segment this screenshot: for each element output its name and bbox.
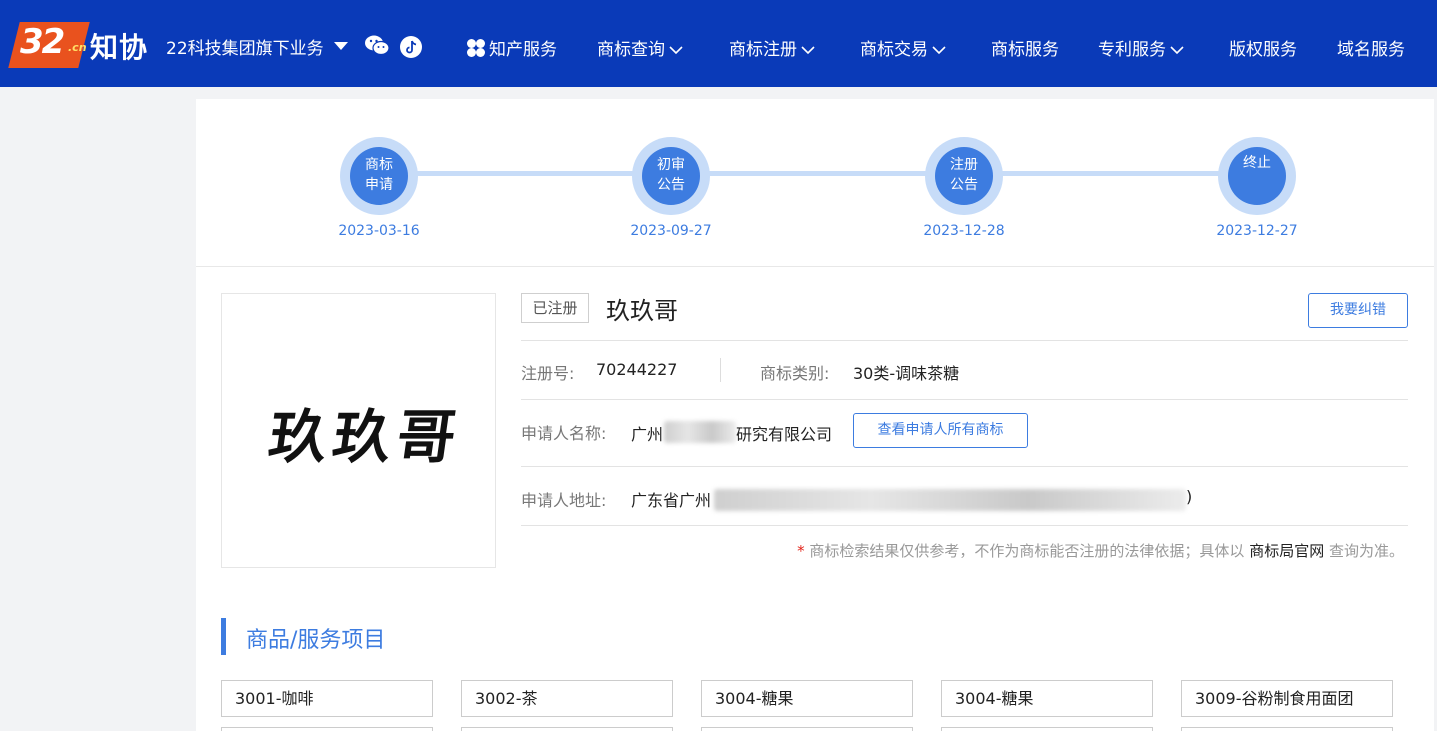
timeline-date: 2023-12-28 — [923, 223, 1005, 239]
divider — [521, 340, 1408, 341]
address-suffix: ) — [1186, 487, 1193, 506]
timeline-date: 2023-03-16 — [338, 223, 420, 239]
nav-copyright-services[interactable]: 版权服务 — [1229, 35, 1297, 60]
address-prefix: 广东省广州 — [631, 491, 712, 510]
logo-text: 知协 — [90, 31, 149, 64]
goods-item-partial — [461, 727, 673, 731]
group-business-menu[interactable]: 22科技集团旗下业务 — [166, 34, 324, 59]
view-applicant-trademarks-button[interactable]: 查看申请人所有商标 — [853, 413, 1028, 448]
chevron-down-icon — [932, 46, 946, 55]
goods-item: 3009-谷粉制食用面团 — [1181, 680, 1393, 717]
goods-item: 3001-咖啡 — [221, 680, 433, 717]
applicant-name-prefix: 广州 — [631, 425, 664, 444]
applicant-label: 申请人名称: — [521, 424, 607, 443]
nav-trademark-services[interactable]: 商标服务 — [991, 35, 1059, 60]
nav-trademark-register[interactable]: 商标注册 — [729, 35, 815, 60]
divider — [521, 525, 1408, 526]
timeline-step-prelim: 初审 公告 — [632, 137, 710, 215]
nav-ip-services[interactable]: 知产服务 — [489, 35, 557, 60]
divider — [720, 358, 721, 382]
reg-no-value: 70244227 — [596, 360, 678, 379]
redacted-text — [714, 489, 1186, 511]
class-value: 30类-调味茶糖 — [853, 364, 960, 383]
trademark-name: 玖玖哥 — [606, 297, 678, 325]
goods-item: 3002-茶 — [461, 680, 673, 717]
nav-trademark-search[interactable]: 商标查询 — [597, 35, 683, 60]
goods-item-partial — [941, 727, 1153, 731]
report-error-button[interactable]: 我要纠错 — [1308, 293, 1408, 328]
chevron-down-icon — [669, 46, 683, 55]
goods-section-title: 商品/服务项目 — [246, 628, 386, 653]
trademark-image-text: 玖玖哥 — [264, 403, 467, 471]
chevron-down-icon — [801, 46, 815, 55]
applicant-name-suffix: 研究有限公司 — [736, 425, 833, 444]
disclaimer-note: * 商标检索结果仅供参考，不作为商标能否注册的法律依据；具体以 商标局官网 查询… — [797, 540, 1404, 561]
timeline-step-apply: 商标 申请 — [340, 137, 418, 215]
tm-office-link[interactable]: 商标局官网 — [1249, 542, 1324, 560]
nav-domain-services[interactable]: 域名服务 — [1337, 35, 1405, 60]
clover-icon — [467, 39, 485, 57]
logo-suffix: .cn — [68, 41, 87, 54]
timeline-date: 2023-12-27 — [1216, 223, 1298, 239]
nav-trademark-trade[interactable]: 商标交易 — [860, 35, 946, 60]
tiktok-icon[interactable] — [400, 36, 422, 58]
goods-item-partial — [1181, 727, 1393, 731]
trademark-detail-card: 商标 申请 2023-03-16 初审 公告 2023-09-27 注册 公告 202… — [196, 99, 1434, 731]
status-timeline: 商标 申请 2023-03-16 初审 公告 2023-09-27 注册 公告 202… — [196, 99, 1434, 267]
section-accent-bar — [221, 618, 226, 655]
class-label: 商标类别: — [760, 364, 830, 383]
redacted-text — [664, 421, 736, 443]
timeline-date: 2023-09-27 — [630, 223, 712, 239]
reg-no-label: 注册号: — [521, 364, 575, 383]
goods-item-partial — [701, 727, 913, 731]
wechat-icon[interactable] — [364, 34, 390, 56]
chevron-down-icon — [1170, 46, 1184, 55]
site-logo[interactable]: 32 .cn 知协 — [8, 20, 156, 70]
required-star: * — [797, 542, 805, 560]
nav-patent-services[interactable]: 专利服务 — [1098, 35, 1184, 60]
trademark-image: 玖玖哥 — [221, 293, 496, 568]
status-badge: 已注册 — [521, 293, 589, 323]
disclaimer-text-end: 查询为准。 — [1328, 542, 1404, 560]
goods-item-partial — [221, 727, 433, 731]
logo-number: 32 — [20, 22, 65, 62]
timeline-step-registered: 注册 公告 — [925, 137, 1003, 215]
timeline-track — [379, 171, 1257, 176]
top-navbar: 32 .cn 知协 22科技集团旗下业务 知产服务 商标查询 商标注册 商标交易… — [0, 0, 1437, 87]
divider — [521, 399, 1408, 400]
caret-down-icon[interactable] — [334, 42, 348, 50]
divider — [521, 466, 1408, 467]
timeline-step-terminated: 终止 — [1218, 137, 1296, 215]
goods-item: 3004-糖果 — [941, 680, 1153, 717]
goods-item: 3004-糖果 — [701, 680, 913, 717]
disclaimer-text: 商标检索结果仅供参考，不作为商标能否注册的法律依据；具体以 — [809, 542, 1245, 560]
address-label: 申请人地址: — [521, 491, 607, 510]
